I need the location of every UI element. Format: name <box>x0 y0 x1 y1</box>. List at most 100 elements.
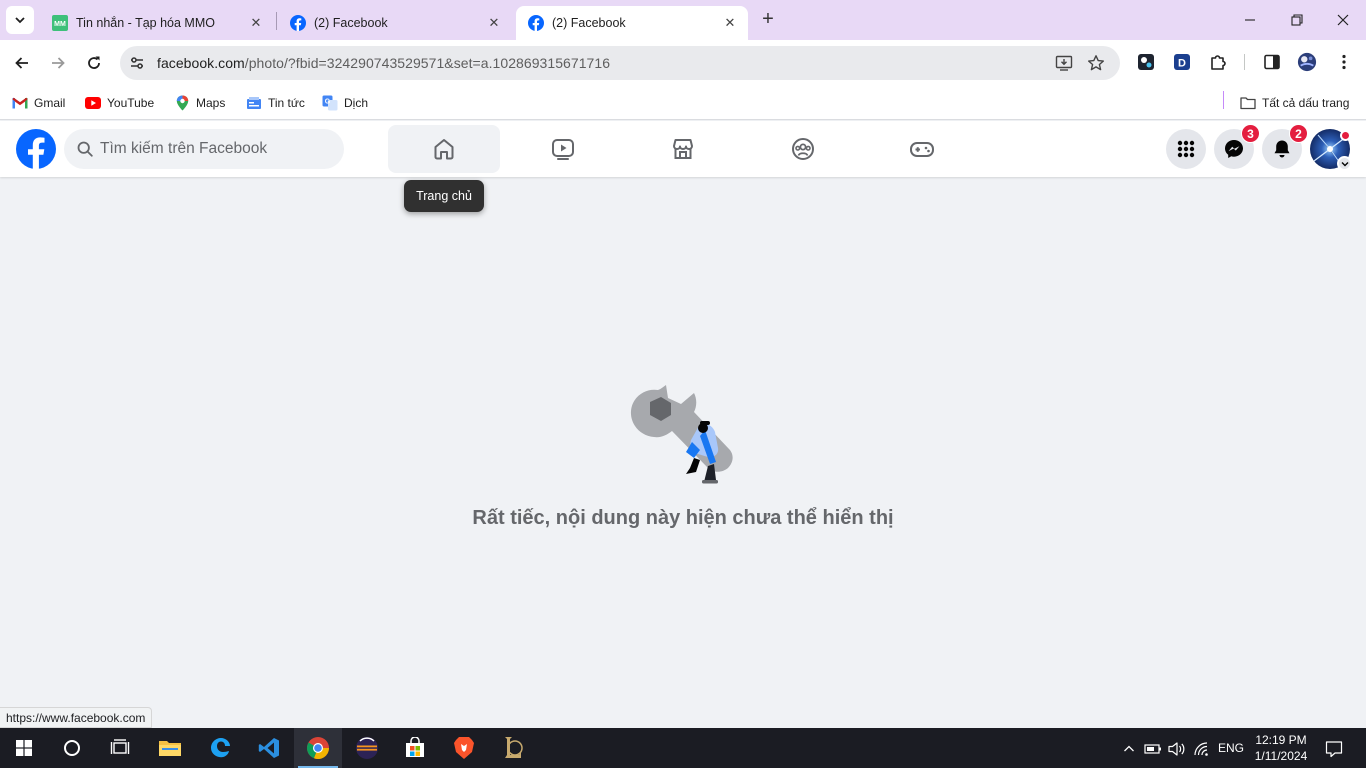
install-app-button[interactable] <box>1054 53 1074 73</box>
extension-button-1[interactable] <box>1136 52 1156 72</box>
network-button[interactable] <box>1192 740 1210 758</box>
close-icon <box>1337 14 1349 26</box>
close-tab-icon[interactable]: ✕ <box>722 15 738 31</box>
news-icon <box>246 95 262 111</box>
windows-logo-icon <box>16 740 32 756</box>
extensions-menu-button[interactable] <box>1208 52 1228 72</box>
bookmarks-bar: Gmail YouTube Maps Tin tức G Dịch Tất cả… <box>0 86 1366 120</box>
league-of-legends-icon <box>505 737 523 758</box>
chrome-icon <box>306 737 330 760</box>
bookmark-label: Maps <box>196 96 226 110</box>
nav-marketplace[interactable] <box>627 125 739 173</box>
all-bookmarks-button[interactable]: Tất cả dấu trang <box>1240 93 1349 113</box>
messenger-badge: 3 <box>1241 124 1260 143</box>
clock-date: 1/11/2024 <box>1254 749 1308 763</box>
facebook-header: 3 2 <box>0 121 1366 177</box>
bookmark-gmail[interactable]: Gmail <box>12 93 65 113</box>
bookmark-maps[interactable]: Maps <box>174 93 225 113</box>
battery-button[interactable] <box>1144 740 1162 758</box>
task-view-button[interactable] <box>96 728 144 768</box>
facebook-logo-icon[interactable] <box>16 129 56 169</box>
taskbar-chrome[interactable] <box>294 728 342 768</box>
cortana-circle-icon <box>64 740 80 756</box>
site-settings-icon[interactable] <box>126 52 148 74</box>
battery-icon <box>1144 744 1161 754</box>
maps-icon <box>174 95 190 111</box>
action-center-button[interactable] <box>1324 739 1344 759</box>
profile-button[interactable] <box>1297 52 1317 72</box>
tab-search-button[interactable] <box>6 6 34 34</box>
notifications-badge: 2 <box>1289 124 1308 143</box>
brave-icon <box>454 737 474 759</box>
gmail-icon <box>12 95 28 111</box>
menu-button[interactable] <box>1166 129 1206 169</box>
home-icon <box>434 139 454 160</box>
close-tab-icon[interactable]: ✕ <box>486 15 502 31</box>
messenger-button[interactable]: 3 <box>1214 124 1260 169</box>
input-language-indicator[interactable]: ENG <box>1218 741 1244 755</box>
back-button[interactable] <box>8 49 36 77</box>
taskbar-brave[interactable] <box>440 728 488 768</box>
browser-tab-mmo[interactable]: MM Tin nhắn - Tạp hóa MMO ✕ <box>40 6 274 40</box>
svg-text:D: D <box>1178 58 1186 70</box>
taskbar-store[interactable] <box>391 728 439 768</box>
svg-text:G: G <box>325 99 331 106</box>
clock-time: 12:19 PM <box>1255 733 1307 747</box>
search-button[interactable] <box>48 728 96 768</box>
restore-icon <box>1291 14 1303 26</box>
notifications-button[interactable]: 2 <box>1262 124 1308 169</box>
reload-button[interactable] <box>80 49 108 77</box>
taskbar-vscode[interactable] <box>245 728 293 768</box>
eclipse-icon <box>356 737 378 759</box>
bookmark-youtube[interactable]: YouTube <box>85 93 154 113</box>
minimize-button[interactable] <box>1238 8 1262 32</box>
nav-home[interactable] <box>388 125 500 173</box>
broken-content-illustration <box>630 385 733 484</box>
tab-title: (2) Facebook <box>314 16 388 30</box>
browser-tab-facebook-active[interactable]: (2) Facebook ✕ <box>516 6 748 40</box>
browser-tab-facebook-1[interactable]: (2) Facebook ✕ <box>278 6 512 40</box>
wifi-icon <box>1194 742 1208 756</box>
letter-d-icon: D <box>1174 54 1190 70</box>
close-window-button[interactable] <box>1331 8 1355 32</box>
taskbar-eclipse[interactable] <box>343 728 391 768</box>
forward-button[interactable] <box>44 49 72 77</box>
nav-groups[interactable] <box>747 125 859 173</box>
bookmarks-divider <box>1223 91 1224 109</box>
bookmark-label: YouTube <box>107 96 155 110</box>
bookmark-star-button[interactable] <box>1086 53 1106 73</box>
bookmark-translate[interactable]: G Dịch <box>322 93 368 113</box>
address-bar[interactable]: facebook.com/photo/?fbid=324290743529571… <box>120 46 1120 80</box>
facebook-search-input[interactable] <box>100 140 330 158</box>
folder-icon <box>159 741 181 756</box>
notification-center-icon <box>1325 741 1343 758</box>
close-tab-icon[interactable]: ✕ <box>248 15 264 31</box>
error-message: Rất tiếc, nội dung này hiện chưa thể hiể… <box>472 507 894 529</box>
facebook-search-box[interactable] <box>64 129 344 169</box>
messenger-icon <box>1225 140 1243 158</box>
taskbar-file-explorer[interactable] <box>146 728 194 768</box>
system-clock[interactable]: 12:19 PM 1/11/2024 <box>1252 732 1310 764</box>
nav-watch[interactable] <box>507 125 619 173</box>
nav-gaming[interactable] <box>866 125 978 173</box>
restore-button[interactable] <box>1285 8 1309 32</box>
folder-icon <box>1240 95 1256 111</box>
vscode-icon <box>258 738 279 758</box>
taskbar-league[interactable] <box>489 728 537 768</box>
browser-menu-button[interactable] <box>1334 52 1354 72</box>
side-panel-button[interactable] <box>1262 52 1282 72</box>
show-hidden-icons-button[interactable] <box>1120 740 1138 758</box>
volume-button[interactable] <box>1168 740 1186 758</box>
new-tab-button[interactable]: + <box>758 9 778 30</box>
install-icon <box>1055 55 1073 71</box>
start-button[interactable] <box>0 728 48 768</box>
account-button[interactable] <box>1310 129 1352 171</box>
mmo-icon: MM <box>52 15 68 31</box>
groups-icon <box>792 138 814 160</box>
extension-button-2[interactable]: D <box>1172 52 1192 72</box>
bookmark-news[interactable]: Tin tức <box>246 93 305 113</box>
browser-toolbar: facebook.com/photo/?fbid=324290743529571… <box>0 40 1366 86</box>
watch-icon <box>552 139 574 160</box>
facebook-icon <box>528 15 544 31</box>
taskbar-edge[interactable] <box>196 728 244 768</box>
